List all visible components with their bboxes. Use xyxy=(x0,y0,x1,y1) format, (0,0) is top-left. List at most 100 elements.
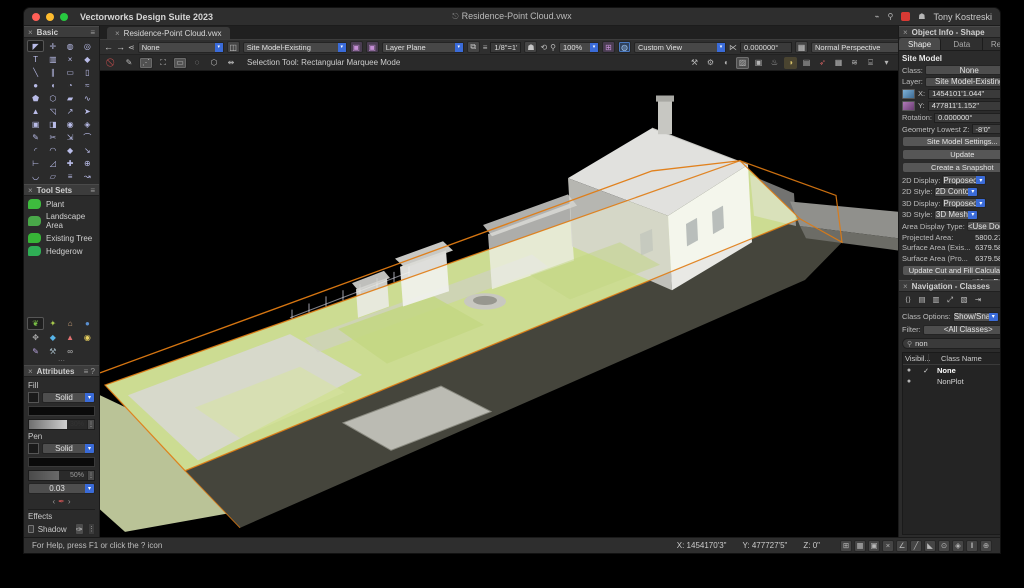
visibility-eye-icon[interactable]: ● xyxy=(903,378,915,385)
palette-menu-icon[interactable]: ≡ xyxy=(90,186,95,195)
close-palette-icon[interactable]: × xyxy=(903,28,908,37)
basic-tool-icon[interactable]: ⌒ xyxy=(79,131,96,143)
share-icon[interactable]: ⌁ xyxy=(875,12,880,21)
object-info-header[interactable]: × Object Info - Shape ≡ ? xyxy=(899,26,1000,38)
basic-tool-icon[interactable]: ◠ xyxy=(44,144,61,156)
layer-options-icon[interactable]: ◫ xyxy=(227,41,240,53)
view-utility-icon[interactable]: ◑ xyxy=(784,57,797,69)
site-model-settings-button[interactable]: Site Model Settings... xyxy=(902,136,1000,147)
navigation-mode-icon[interactable]: ⟨⟩ xyxy=(902,294,914,305)
chevron-right-icon[interactable]: › xyxy=(68,497,71,506)
chevron-left-icon[interactable]: ‹ xyxy=(52,497,55,506)
walkthrough-icon[interactable]: ☗ xyxy=(524,41,537,53)
x-coordinate-field[interactable]: 1454101'1.044" xyxy=(928,89,1000,99)
toolset-item[interactable]: Hedgerow xyxy=(28,246,95,256)
basic-tool-icon[interactable]: ◔ xyxy=(62,79,79,91)
layer-scale-icon[interactable]: ≡ xyxy=(483,43,488,52)
texture-thumbnail[interactable] xyxy=(902,101,915,111)
class-visibility-icon[interactable]: ▣ xyxy=(350,41,363,53)
basic-tool-icon[interactable]: ⊕ xyxy=(79,157,96,169)
toolset-category-icon[interactable]: ⚒ xyxy=(44,345,61,358)
navigation-mode-icon[interactable]: ▥ xyxy=(930,294,942,305)
close-tab-icon[interactable]: × xyxy=(115,29,120,38)
close-palette-icon[interactable]: × xyxy=(28,367,33,376)
close-window-button[interactable] xyxy=(32,13,40,21)
layer-scale-value[interactable]: 1/8"=1' xyxy=(490,42,521,53)
palette-menu-icon[interactable]: ≡ ? xyxy=(84,367,95,376)
toolset-category-icon[interactable]: ∞ xyxy=(62,345,79,358)
tab-data[interactable]: Data xyxy=(941,38,983,50)
toolset-category-icon[interactable]: ◆ xyxy=(44,331,61,344)
basic-tool-icon[interactable]: ◤ xyxy=(27,40,44,52)
lasso-marquee-icon[interactable]: ◌ xyxy=(190,57,204,69)
pen-tool-icon[interactable]: ✎ xyxy=(122,57,136,69)
toolsets-palette-header[interactable]: × Tool Sets ≡ xyxy=(24,184,99,196)
rotation-angle-field[interactable]: 0.000000° xyxy=(740,42,792,53)
pen-style-dropdown[interactable]: Solid ▾ xyxy=(42,443,95,454)
slider-handle[interactable]: ⋮ xyxy=(87,420,94,429)
basic-tool-icon[interactable]: ∥ xyxy=(44,66,61,78)
minimize-window-button[interactable] xyxy=(46,13,54,21)
navigation-classes-header[interactable]: × Navigation - Classes ≡ ? xyxy=(899,280,1000,292)
view-utility-icon[interactable]: ▣ xyxy=(752,57,765,69)
lowest-z-field[interactable]: -8'0" xyxy=(972,124,1000,134)
class-dropdown[interactable]: None ▾ xyxy=(925,65,1000,75)
plane-mode-icon[interactable]: ⧉ xyxy=(467,41,480,53)
globe-view-icon[interactable]: ◍ xyxy=(618,41,631,53)
basic-tool-icon[interactable]: ◜ xyxy=(27,144,44,156)
document-tab[interactable]: × Residence-Point Cloud.vwx xyxy=(107,27,230,39)
snap-toggle-icon[interactable]: ⊙ xyxy=(938,540,950,552)
standard-view-dropdown[interactable]: Custom View ▾ xyxy=(634,42,726,53)
disable-snapping-icon[interactable]: ⃠ xyxy=(105,57,119,69)
navigation-mode-icon[interactable]: ▤ xyxy=(916,294,928,305)
rotation-field[interactable]: 0.000000° xyxy=(934,113,1000,123)
saved-views-icon[interactable]: ⋖ xyxy=(128,43,135,52)
toolset-category-icon[interactable]: ✥ xyxy=(27,331,44,344)
pen-color-swatch[interactable] xyxy=(28,443,39,454)
close-palette-icon[interactable]: × xyxy=(28,186,33,195)
view-utility-icon[interactable]: ▨ xyxy=(736,57,749,69)
projection-dropdown[interactable]: Normal Perspective ▾ xyxy=(811,42,898,53)
basic-tool-icon[interactable]: ↗ xyxy=(62,105,79,117)
view-utility-icon[interactable]: ◐ xyxy=(720,57,733,69)
view-utility-icon[interactable]: ≋ xyxy=(848,57,861,69)
basic-tool-icon[interactable]: ≈ xyxy=(79,79,96,91)
tab-render[interactable]: Render xyxy=(983,38,1000,50)
toolset-category-icon[interactable]: ❦ xyxy=(27,317,44,330)
interactive-scaling-icon[interactable]: ⋰ xyxy=(139,57,153,69)
snap-toggle-icon[interactable]: ╱ xyxy=(910,540,922,552)
basic-tool-icon[interactable]: ✚ xyxy=(62,157,79,169)
back-icon[interactable]: ← xyxy=(104,42,113,52)
visibility-eye-icon[interactable]: ● xyxy=(903,367,915,374)
basic-tool-icon[interactable]: ◡ xyxy=(27,170,44,182)
basic-tool-icon[interactable]: ▲ xyxy=(27,105,44,117)
basic-tool-icon[interactable]: ◆ xyxy=(62,144,79,156)
class-row[interactable]: ● NonPlot xyxy=(903,376,1000,387)
rectangular-marquee-icon[interactable]: ▭ xyxy=(173,57,187,69)
view-utility-icon[interactable]: ➶ xyxy=(816,57,829,69)
basic-tool-icon[interactable]: ◖ xyxy=(44,79,61,91)
basic-tool-icon[interactable]: ● xyxy=(27,79,44,91)
view-utility-icon[interactable]: ▤ xyxy=(800,57,813,69)
basic-tool-icon[interactable]: ↘ xyxy=(79,144,96,156)
flyover-icon[interactable]: ⟲ xyxy=(540,43,547,52)
marquee-settings-icon[interactable]: ⇹ xyxy=(224,57,238,69)
basic-tool-icon[interactable]: ⊢ xyxy=(27,157,44,169)
snap-toggle-icon[interactable]: ▣ xyxy=(868,540,880,552)
saved-view-dropdown[interactable]: None ▾ xyxy=(138,42,224,53)
snap-toggle-icon[interactable]: ⊕ xyxy=(980,540,992,552)
display-option-dropdown[interactable]: 2D Contours ▾ xyxy=(934,187,978,197)
basic-tool-icon[interactable]: ✛ xyxy=(44,40,61,52)
basic-tool-icon[interactable]: ◍ xyxy=(62,40,79,52)
snap-toggle-icon[interactable]: × xyxy=(882,540,894,552)
basic-tool-icon[interactable]: ▭ xyxy=(62,66,79,78)
basic-tool-icon[interactable]: ◎ xyxy=(79,40,96,52)
class-table-header[interactable]: Visibil... Class Name xyxy=(903,353,1000,365)
toolset-category-icon[interactable]: ⌂ xyxy=(62,317,79,330)
view-utility-icon[interactable]: ▾ xyxy=(880,57,893,69)
line-weight-dropdown[interactable]: 0.03 ▾ xyxy=(28,483,95,494)
toolset-item[interactable]: Existing Tree xyxy=(28,233,95,243)
basic-tool-icon[interactable]: ◿ xyxy=(44,157,61,169)
pen-color-bar[interactable] xyxy=(28,457,95,467)
view-utility-icon[interactable]: ⚙ xyxy=(704,57,717,69)
